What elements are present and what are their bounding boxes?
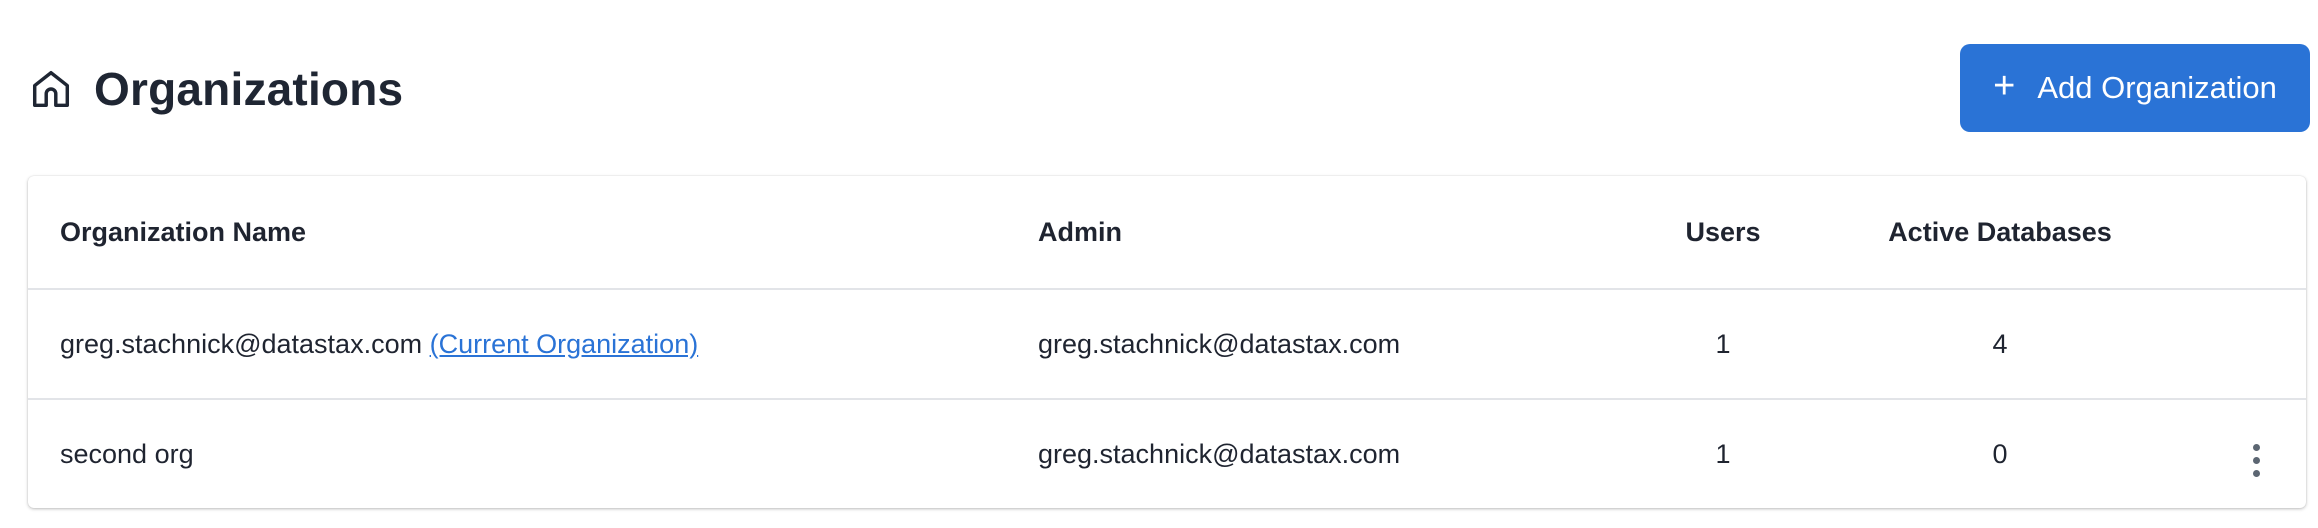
- column-header-admin[interactable]: Admin: [1006, 176, 1638, 290]
- home-icon: [28, 66, 74, 112]
- table-header-row: Organization Name Admin Users Active Dat…: [28, 176, 2306, 290]
- active-databases-cell: 4: [1808, 289, 2192, 400]
- add-organization-label: Add Organization: [2037, 70, 2277, 105]
- organization-name: greg.stachnick@datastax.com: [60, 328, 423, 359]
- table-row[interactable]: second org greg.stachnick@datastax.com 1…: [28, 399, 2306, 508]
- title-group: Organizations: [28, 62, 403, 116]
- more-vertical-icon[interactable]: [2245, 440, 2268, 481]
- actions-cell: [2192, 399, 2306, 508]
- page-title: Organizations: [94, 63, 404, 115]
- current-organization-link[interactable]: (Current Organization): [430, 329, 699, 359]
- admin-cell: greg.stachnick@datastax.com: [1038, 438, 1401, 469]
- users-cell: 1: [1715, 438, 1731, 469]
- active-databases-cell: 0: [1992, 438, 2008, 469]
- column-header-users[interactable]: Users: [1638, 176, 1808, 290]
- organizations-table: Organization Name Admin Users Active Dat…: [28, 176, 2306, 508]
- actions-cell: [2192, 289, 2306, 400]
- users-cell: 1: [1638, 289, 1808, 400]
- organizations-page: Organizations + Add Organization Organiz…: [0, 0, 2318, 528]
- organization-name-cell: greg.stachnick@datastax.com (Current Org…: [28, 289, 1006, 400]
- page-header: Organizations + Add Organization: [28, 44, 2310, 134]
- organization-name: second org: [60, 438, 194, 469]
- column-header-actions: [2192, 176, 2306, 290]
- column-header-organization-name[interactable]: Organization Name: [28, 176, 1006, 290]
- admin-cell: greg.stachnick@datastax.com: [1006, 289, 1638, 400]
- column-header-active-databases[interactable]: Active Databases: [1808, 176, 2192, 290]
- add-organization-button[interactable]: + Add Organization: [1960, 44, 2310, 132]
- table-row[interactable]: greg.stachnick@datastax.com (Current Org…: [28, 289, 2306, 400]
- organization-name-cell: second org: [28, 399, 1006, 508]
- plus-icon: +: [1993, 65, 2016, 107]
- organizations-table-card: Organization Name Admin Users Active Dat…: [28, 176, 2306, 508]
